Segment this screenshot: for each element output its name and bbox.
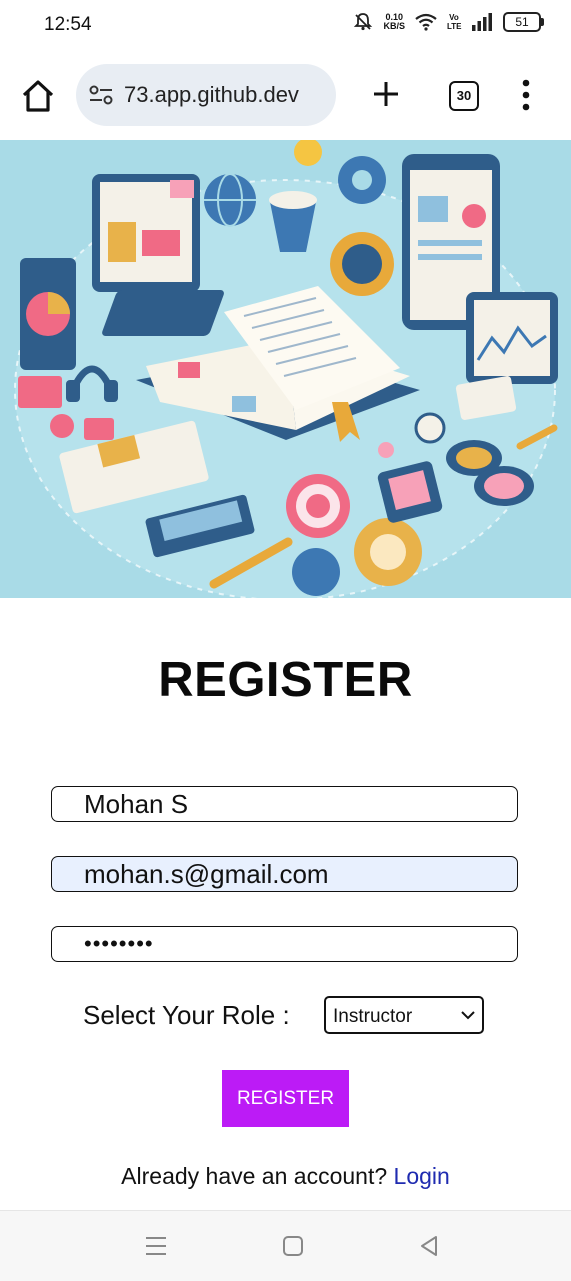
monitor-graphic xyxy=(92,174,200,292)
status-bar: 12:54 0.10 KB/S Vo LTE 51 xyxy=(0,0,571,50)
system-nav-bar xyxy=(0,1210,571,1281)
battery-icon: 51 xyxy=(503,12,544,32)
tab-switcher-button[interactable]: 30 xyxy=(449,81,479,111)
education-illustration xyxy=(0,140,571,598)
network-label: Vo LTE xyxy=(447,13,462,31)
login-prompt-line: Already have an account? Login xyxy=(0,1163,571,1190)
new-tab-icon[interactable] xyxy=(372,80,400,108)
back-icon[interactable] xyxy=(416,1233,442,1259)
hero-illustration xyxy=(0,140,571,598)
role-row: Select Your Role : Instructor xyxy=(83,994,503,1038)
browser-toolbar: 73.app.github.dev 30 xyxy=(0,50,571,140)
net-speed: 0.10 KB/S xyxy=(383,13,405,31)
email-input[interactable] xyxy=(52,857,504,891)
login-prompt-text: Already have an account? xyxy=(121,1163,388,1189)
password-input[interactable] xyxy=(52,927,504,961)
role-selected-value: Instructor xyxy=(333,1006,413,1027)
register-button[interactable]: REGISTER xyxy=(222,1070,349,1127)
menu-icon[interactable] xyxy=(516,78,536,112)
name-field-box xyxy=(51,786,518,822)
home-icon[interactable] xyxy=(20,78,56,114)
home-icon[interactable] xyxy=(280,1233,306,1259)
wifi-icon xyxy=(415,13,437,31)
name-input[interactable] xyxy=(52,787,504,821)
recents-icon[interactable] xyxy=(143,1233,169,1259)
mute-icon xyxy=(354,13,373,31)
status-time: 12:54 xyxy=(44,14,92,35)
status-icons: 0.10 KB/S Vo LTE 51 xyxy=(353,12,544,32)
password-field-box xyxy=(51,926,518,962)
email-field-box xyxy=(51,856,518,892)
url-bar[interactable]: 73.app.github.dev xyxy=(76,64,336,126)
signal-icon xyxy=(472,13,492,31)
login-link[interactable]: Login xyxy=(394,1163,450,1189)
url-text[interactable]: 73.app.github.dev xyxy=(124,82,299,108)
role-select[interactable]: Instructor xyxy=(324,996,484,1034)
net-speed-unit: KB/S xyxy=(383,21,405,31)
page-title: REGISTER xyxy=(158,653,413,707)
chevron-down-icon xyxy=(461,1011,475,1020)
site-settings-icon[interactable] xyxy=(89,85,113,105)
role-label: Select Your Role : xyxy=(83,1000,290,1030)
